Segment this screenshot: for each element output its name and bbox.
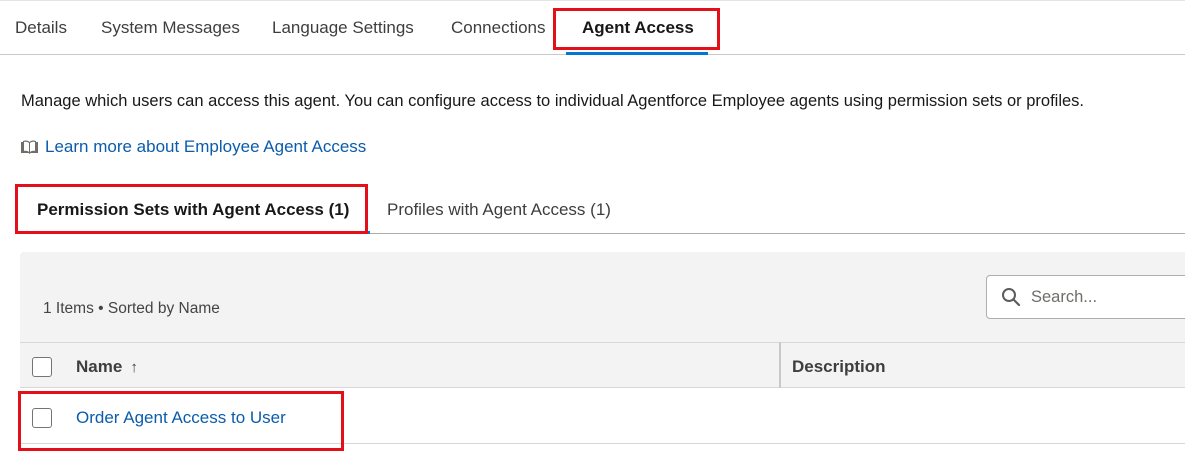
search-input[interactable] [1031,287,1181,307]
learn-more-link[interactable]: Learn more about Employee Agent Access [45,137,366,157]
column-resize-handle[interactable] [779,342,781,388]
list-info: 1 Items • Sorted by Name [43,300,220,317]
search-box[interactable] [986,275,1185,319]
row-name-link[interactable]: Order Agent Access to User [76,408,286,428]
row-checkbox[interactable] [32,408,52,428]
tab-profiles[interactable]: Profiles with Agent Access (1) [387,200,611,220]
tab-agent-access[interactable]: Agent Access [582,18,694,38]
column-header-description[interactable]: Description [792,357,886,377]
tab-details[interactable]: Details [15,18,67,38]
book-icon [20,140,39,154]
page-description: Manage which users can access this agent… [21,92,1085,110]
select-all-checkbox[interactable] [32,357,52,377]
tab-connections[interactable]: Connections [451,18,546,38]
active-tab-indicator [566,52,708,55]
tab-system-messages[interactable]: System Messages [101,18,240,38]
active-subtab-indicator [20,231,370,234]
tab-permission-sets[interactable]: Permission Sets with Agent Access (1) [37,200,349,220]
search-icon [1002,288,1021,307]
table-header [20,342,1185,388]
column-header-name[interactable]: Name ↑ [76,357,138,377]
column-header-name-label: Name [76,357,123,376]
tab-language-settings[interactable]: Language Settings [272,18,414,38]
sort-ascending-icon: ↑ [130,359,138,376]
learn-more-row[interactable]: Learn more about Employee Agent Access [20,136,366,158]
